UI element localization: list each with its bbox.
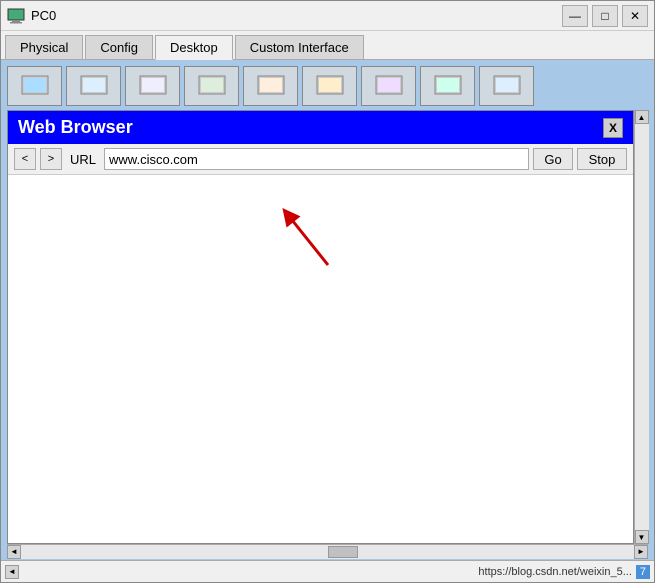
tab-bar: Physical Config Desktop Custom Interface <box>1 31 654 60</box>
minimize-button[interactable]: — <box>562 5 588 27</box>
scroll-track-vertical <box>635 124 649 530</box>
app-icon-4[interactable] <box>184 66 239 106</box>
title-bar-left: PC0 <box>7 7 56 25</box>
app-icon-1[interactable] <box>7 66 62 106</box>
scroll-left-button[interactable]: ◄ <box>7 545 21 559</box>
url-input[interactable] <box>104 148 529 170</box>
app-icon-5[interactable] <box>243 66 298 106</box>
computer-icon <box>7 7 25 25</box>
bottom-scrollbar: ◄ ► <box>7 544 648 558</box>
scroll-thumb-h[interactable] <box>328 546 358 558</box>
browser-close-button[interactable]: X <box>603 118 623 138</box>
app-icon-3[interactable] <box>125 66 180 106</box>
tab-config[interactable]: Config <box>85 35 153 59</box>
maximize-button[interactable]: □ <box>592 5 618 27</box>
desktop-content: Web Browser X < > URL Go Stop <box>1 60 654 560</box>
browser-panel: Web Browser X < > URL Go Stop <box>7 110 634 544</box>
arrow-annotation <box>268 195 348 275</box>
close-button[interactable]: ✕ <box>622 5 648 27</box>
scroll-down-button[interactable]: ▼ <box>635 530 649 544</box>
scroll-up-button[interactable]: ▲ <box>635 110 649 124</box>
app-icon-7[interactable] <box>361 66 416 106</box>
back-button[interactable]: < <box>14 148 36 170</box>
tab-physical[interactable]: Physical <box>5 35 83 59</box>
app-icon-6[interactable] <box>302 66 357 106</box>
icon-strip <box>7 66 648 106</box>
stop-button[interactable]: Stop <box>577 148 627 170</box>
forward-button[interactable]: > <box>40 148 62 170</box>
url-label: URL <box>70 152 96 167</box>
title-controls: — □ ✕ <box>562 5 648 27</box>
browser-title-text: Web Browser <box>18 117 133 138</box>
scroll-track-horizontal <box>21 545 634 559</box>
browser-body <box>8 175 633 543</box>
app-icon-8[interactable] <box>420 66 475 106</box>
tab-desktop[interactable]: Desktop <box>155 35 233 60</box>
browser-title-bar: Web Browser X <box>8 111 633 144</box>
status-left: ◄ <box>5 565 19 579</box>
tab-custom-interface[interactable]: Custom Interface <box>235 35 364 59</box>
status-url: https://blog.csdn.net/weixin_5... <box>19 566 636 578</box>
app-icon-9[interactable] <box>479 66 534 106</box>
main-window: PC0 — □ ✕ Physical Config Desktop Custom… <box>0 0 655 583</box>
browser-toolbar: < > URL Go Stop <box>8 144 633 175</box>
status-page-num: 7 <box>636 565 650 579</box>
app-icon-2[interactable] <box>66 66 121 106</box>
right-scrollbar: ▲ ▼ <box>634 110 648 544</box>
title-bar: PC0 — □ ✕ <box>1 1 654 31</box>
go-button[interactable]: Go <box>533 148 573 170</box>
status-scroll-left[interactable]: ◄ <box>5 565 19 579</box>
status-bar: ◄ https://blog.csdn.net/weixin_5... 7 <box>1 560 654 582</box>
content-area: Web Browser X < > URL Go Stop <box>7 110 648 544</box>
window-title: PC0 <box>31 8 56 23</box>
scroll-right-button[interactable]: ► <box>634 545 648 559</box>
